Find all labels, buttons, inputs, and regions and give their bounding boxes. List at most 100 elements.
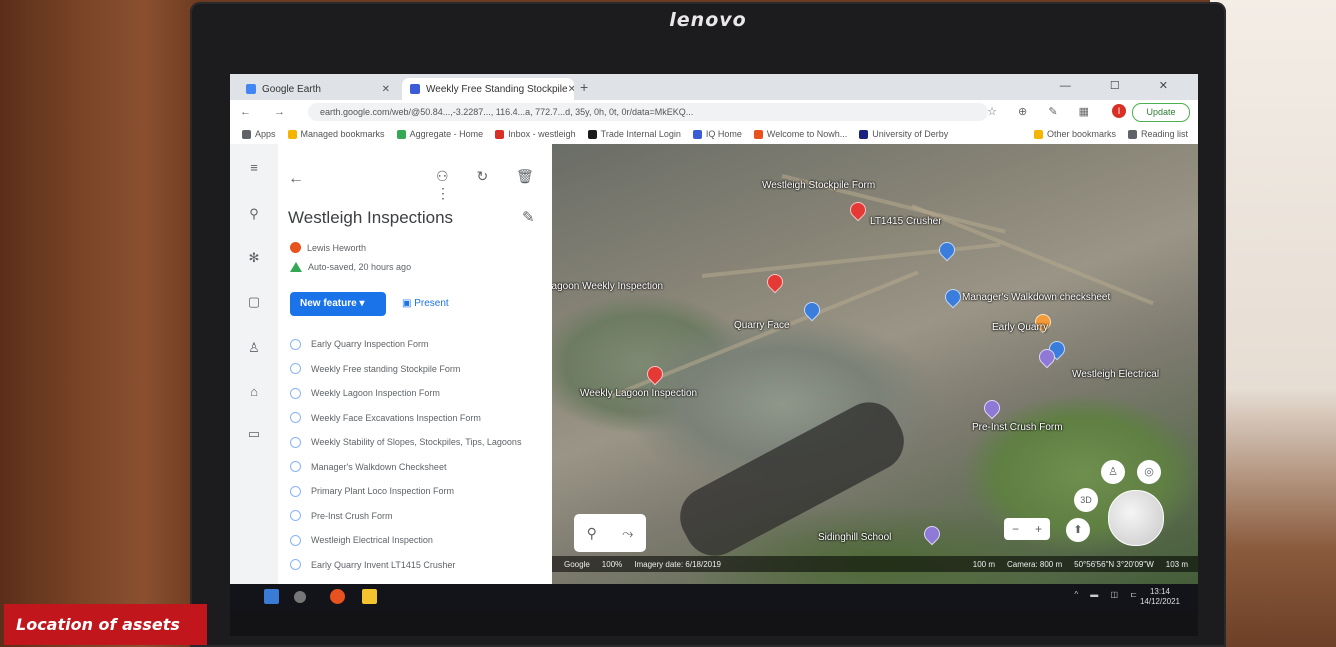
reading-list[interactable]: Reading list (1127, 129, 1188, 139)
close-tab-icon[interactable]: ✕ (568, 84, 574, 95)
new-tab-button[interactable]: + (580, 79, 588, 95)
folder-icon (287, 129, 297, 139)
measure-icon[interactable]: ▭ (246, 426, 262, 442)
list-item[interactable]: Manager's Walkdown Checksheet (290, 455, 548, 480)
wood-background (0, 0, 205, 647)
3d-toggle-button[interactable]: 3D (1074, 488, 1098, 512)
reading-list-icon (1127, 129, 1137, 139)
coordinate-readout: 50°56'56"N 3°20'09"W (1074, 559, 1154, 569)
map-marker[interactable] (941, 285, 965, 309)
voyager-icon[interactable]: ✻ (246, 250, 262, 266)
menu-icon[interactable]: ≡ (246, 160, 262, 176)
bookmark-inbox[interactable]: Inbox - westleigh (495, 129, 576, 139)
map-marker[interactable] (763, 270, 787, 294)
bookmark-welcome[interactable]: Welcome to Nowh... (753, 129, 847, 139)
forms-favicon-icon (410, 84, 420, 94)
bookmark-trade[interactable]: Trade Internal Login (587, 129, 681, 139)
clock-date: 14/12/2021 (1139, 597, 1180, 606)
placemark-icon (290, 338, 301, 350)
project-title: Westleigh Inspections (288, 208, 454, 227)
map-label: Sidinghill School (818, 532, 892, 543)
bookmark-derby[interactable]: University of Derby (859, 129, 948, 139)
placemark-icon (290, 412, 301, 424)
zoom-in-button[interactable]: + (1035, 522, 1042, 536)
profile-avatar[interactable]: I (1112, 104, 1126, 118)
zoom-out-button[interactable]: − (1012, 522, 1019, 536)
map-label: Quarry Face (734, 320, 790, 331)
list-item[interactable]: Weekly Face Excavations Inspection Form (290, 406, 548, 431)
site-icon (587, 129, 597, 139)
window-controls[interactable]: — ☐ ✕ (1060, 79, 1186, 92)
present-button[interactable]: ▣ Present (402, 292, 449, 316)
chrome-icon[interactable] (330, 589, 345, 604)
google-attribution: Google (564, 559, 590, 569)
list-item[interactable]: Weekly Lagoon Inspection Form (290, 381, 548, 406)
imagery-date: Imagery date: 6/18/2019 (634, 559, 721, 569)
elevation-readout: 103 m (1165, 559, 1188, 569)
tab-label: Weekly Free Standing Stockpile (426, 83, 568, 95)
list-item[interactable]: Pre-Inst Crush Form (290, 504, 548, 529)
projects-icon[interactable]: ♙ (246, 340, 262, 356)
list-item[interactable]: Early Quarry Invent LT1415 Crusher (290, 553, 548, 578)
list-item[interactable]: Primary Plant Loco Inspection Form (290, 479, 548, 504)
zoom-controls: − + (1004, 518, 1050, 540)
other-bookmarks[interactable]: Other bookmarks (1033, 129, 1116, 139)
edit-pencil-icon[interactable]: ✎ (522, 208, 535, 226)
list-item[interactable]: Weekly Stability of Slopes, Stockpiles, … (290, 430, 548, 455)
camera-readout: Camera: 800 m (1007, 559, 1063, 569)
update-button[interactable]: Update (1132, 103, 1190, 122)
site-icon (859, 129, 869, 139)
globe-minimap[interactable] (1108, 490, 1164, 546)
search-icon[interactable]: ⚲ (246, 206, 262, 222)
gmail-icon (495, 129, 505, 139)
list-item[interactable]: Westleigh Electrical Inspection (290, 528, 548, 553)
file-explorer-icon[interactable] (362, 589, 377, 604)
map-marker[interactable] (846, 198, 870, 222)
map-marker[interactable] (935, 238, 959, 262)
system-tray-icons[interactable]: ^ ▬ ◫ ⊏ (1074, 590, 1142, 599)
map-label: Weekly Lagoon Inspection (580, 388, 698, 399)
bookmark-apps[interactable]: Apps (242, 129, 276, 139)
new-feature-button[interactable]: New feature ▾ (290, 292, 386, 316)
street-view-pegman-icon[interactable]: ♙ (1101, 460, 1125, 484)
bookmark-managed[interactable]: Managed bookmarks (287, 129, 385, 139)
placemark-icon (290, 461, 301, 473)
map-status-bar: Google 100% Imagery date: 6/18/2019 100 … (552, 556, 1198, 572)
placemark-icon (290, 485, 301, 497)
address-bar-row: ← → C earth.google.com/web/@50.84...,-3.… (230, 100, 1198, 124)
task-view-icon[interactable] (294, 591, 306, 603)
photo-caption: Location of assets (4, 604, 207, 645)
placemark-icon (290, 436, 301, 448)
add-placemark-icon[interactable]: ⚲ (587, 525, 597, 542)
site-icon (692, 129, 702, 139)
bookmark-iq[interactable]: IQ Home (692, 129, 742, 139)
taskbar-clock[interactable]: 13:14 14/12/2021 (1140, 587, 1180, 607)
tab-weekly-free-standing[interactable]: Weekly Free Standing Stockpile ✕ (402, 78, 574, 100)
draw-path-icon[interactable]: ⤳ (622, 525, 633, 542)
start-windows-icon[interactable] (264, 589, 279, 604)
panel-tools[interactable]: ⚇ ↻ 🗑 ⋮ (436, 168, 552, 202)
feeling-lucky-icon[interactable]: ▢ (246, 294, 262, 310)
compass-icon[interactable]: ⬆ (1066, 518, 1090, 542)
tab-label: Google Earth (262, 83, 321, 95)
list-item[interactable]: Weekly Free standing Stockpile Form (290, 357, 548, 382)
map-marker[interactable] (980, 396, 1004, 420)
url-field[interactable]: earth.google.com/web/@50.84...,-3.2287..… (308, 103, 988, 121)
close-tab-icon[interactable]: ✕ (382, 84, 390, 95)
extension-icons[interactable]: ☆ ⊕ ✎ ▦ (987, 105, 1098, 118)
browser-tab-bar: Google Earth ✕ Weekly Free Standing Stoc… (230, 74, 1198, 100)
bookmark-aggregate[interactable]: Aggregate - Home (396, 129, 483, 139)
map-label: Lagoon Weekly Inspection (552, 281, 664, 292)
google-earth-favicon-icon (246, 84, 256, 94)
placemark-icon (290, 534, 301, 546)
back-arrow-icon[interactable]: ← (288, 170, 304, 188)
tab-google-earth[interactable]: Google Earth ✕ (238, 78, 398, 100)
my-location-icon[interactable]: ◎ (1137, 460, 1161, 484)
map-marker[interactable] (920, 522, 944, 546)
placemark-icon (290, 559, 301, 571)
map-label: Westleigh Stockpile Form (762, 180, 876, 191)
project-panel: ← ⚇ ↻ 🗑 ⋮ Westleigh Inspections ✎ Lewis … (278, 144, 553, 610)
satellite-map[interactable]: Westleigh Stockpile Form LT1415 Crusher … (552, 144, 1198, 610)
list-item[interactable]: Early Quarry Inspection Form (290, 332, 548, 357)
map-style-icon[interactable]: ⌂ (246, 384, 262, 400)
